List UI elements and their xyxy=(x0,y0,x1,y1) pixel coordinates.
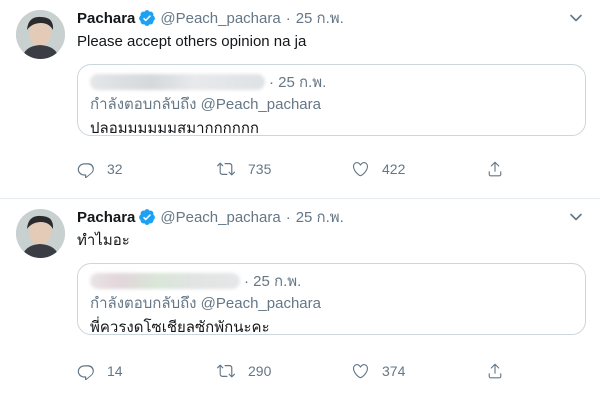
reply-count: 14 xyxy=(107,363,123,379)
reply-button[interactable]: 14 xyxy=(77,362,123,380)
author-name[interactable]: Pachara xyxy=(77,10,135,27)
tweet-text: Please accept others opinion na ja xyxy=(77,33,307,50)
tweet-date[interactable]: 25 ก.พ. xyxy=(296,205,344,229)
retweet-button[interactable]: 735 xyxy=(216,160,271,178)
replying-to-mention[interactable]: @Peach_pachara xyxy=(201,96,321,113)
separator-dot: · xyxy=(285,208,291,226)
chevron-down-icon[interactable] xyxy=(568,10,584,31)
tweet-header: Pachara @Peach_pachara · 25 ก.พ. xyxy=(77,8,584,28)
blurred-username xyxy=(90,74,265,90)
author-handle[interactable]: @Peach_pachara xyxy=(160,209,280,226)
retweet-icon xyxy=(216,160,236,178)
share-button[interactable] xyxy=(486,362,504,380)
replying-to-label: กำลังตอบกลับถึง xyxy=(90,295,197,312)
retweet-button[interactable]: 290 xyxy=(216,362,271,380)
reply-icon xyxy=(77,362,95,380)
tweet-header: Pachara @Peach_pachara · 25 ก.พ. xyxy=(77,207,584,227)
replying-to-mention[interactable]: @Peach_pachara xyxy=(201,295,321,312)
share-button[interactable] xyxy=(486,160,504,178)
like-count: 422 xyxy=(382,161,406,177)
tweet-text: ทำไมอะ xyxy=(77,232,130,249)
share-icon xyxy=(486,362,504,380)
retweet-icon xyxy=(216,362,236,380)
author-handle[interactable]: @Peach_pachara xyxy=(160,10,280,27)
quoted-text: พี่ควรงดโซเชียลซักพักนะคะ xyxy=(90,319,270,336)
reply-count: 32 xyxy=(107,161,123,177)
avatar[interactable] xyxy=(16,10,65,59)
blurred-username xyxy=(90,273,240,289)
author-name[interactable]: Pachara xyxy=(77,209,135,226)
reply-icon xyxy=(77,160,95,178)
quoted-date: · 25 ก.พ. xyxy=(269,74,327,91)
like-count: 374 xyxy=(382,363,406,379)
reply-button[interactable]: 32 xyxy=(77,160,123,178)
like-button[interactable]: 374 xyxy=(351,362,405,380)
retweet-count: 290 xyxy=(248,363,272,379)
replying-to: กำลังตอบกลับถึง @Peach_pachara xyxy=(90,294,573,314)
retweet-count: 735 xyxy=(248,161,272,177)
quoted-date-text: 25 ก.พ. xyxy=(278,74,327,91)
avatar[interactable] xyxy=(16,209,65,258)
quoted-date: · 25 ก.พ. xyxy=(244,273,302,290)
verified-badge-icon xyxy=(138,208,156,226)
like-icon xyxy=(351,362,370,380)
quoted-tweet[interactable]: · 25 ก.พ. กำลังตอบกลับถึง @Peach_pachara… xyxy=(77,263,586,336)
quoted-tweet[interactable]: · 25 ก.พ. กำลังตอบกลับถึง @Peach_pachara… xyxy=(77,64,586,137)
quoted-text: ปลอมมมมมมสมากกกกกก xyxy=(90,120,260,137)
quoted-date-text: 25 ก.พ. xyxy=(253,273,302,290)
tweet[interactable]: Pachara @Peach_pachara · 25 ก.พ. Please … xyxy=(0,0,600,199)
like-icon xyxy=(351,160,370,178)
replying-to-label: กำลังตอบกลับถึง xyxy=(90,96,197,113)
chevron-down-icon[interactable] xyxy=(568,209,584,230)
replying-to: กำลังตอบกลับถึง @Peach_pachara xyxy=(90,95,573,115)
separator-dot: · xyxy=(285,9,291,27)
tweet[interactable]: Pachara @Peach_pachara · 25 ก.พ. ทำไมอะ … xyxy=(0,199,600,406)
share-icon xyxy=(486,160,504,178)
like-button[interactable]: 422 xyxy=(351,160,405,178)
verified-badge-icon xyxy=(138,9,156,27)
tweet-date[interactable]: 25 ก.พ. xyxy=(296,6,344,30)
